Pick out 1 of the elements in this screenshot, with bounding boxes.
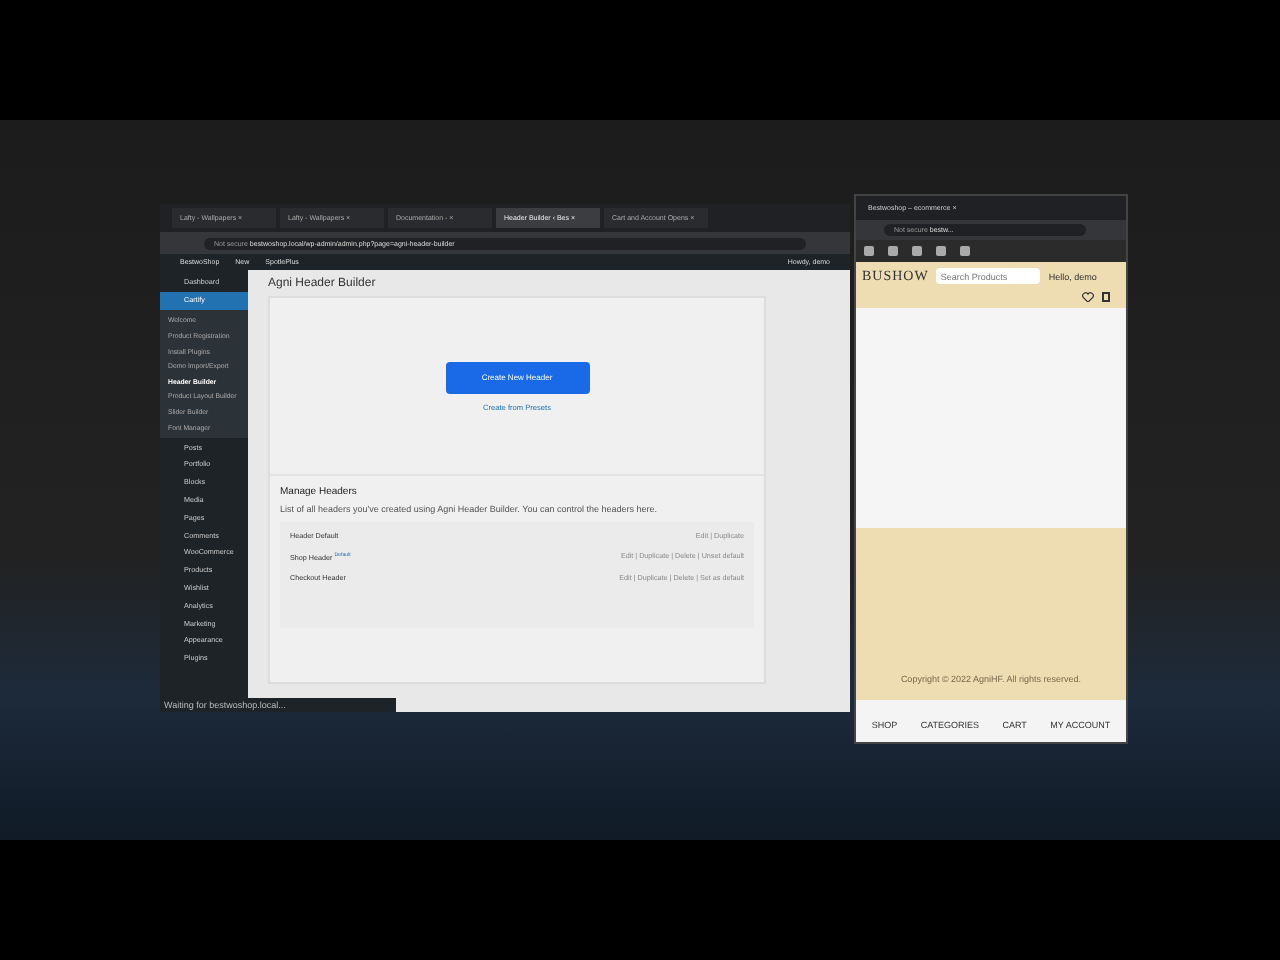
- heart-icon[interactable]: [1082, 292, 1094, 303]
